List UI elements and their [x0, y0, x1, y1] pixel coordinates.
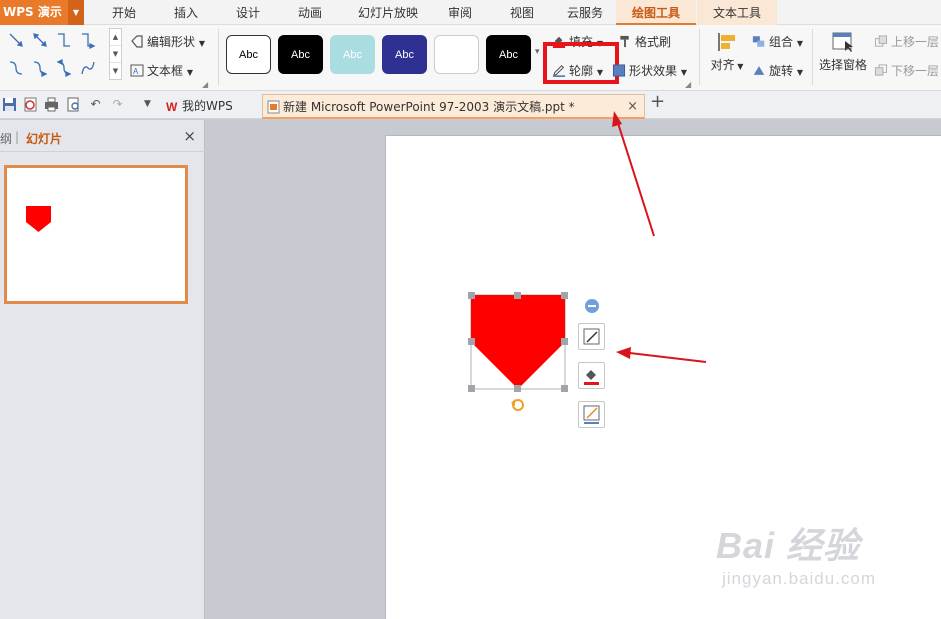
- align-label: 对齐: [710, 58, 735, 72]
- connector-shapes-icon[interactable]: [2, 28, 102, 84]
- baidu-watermark: Bai 经验 jingyan.baidu.com: [716, 517, 876, 589]
- selected-pentagon-shape[interactable]: [460, 285, 580, 415]
- ribbon: ▲ ▼ ▼ 编辑形状 ▼ A 文本框 ▼ ◢ Abc Abc Abc Abc Abc Abc…: [0, 25, 941, 91]
- shape-style-3[interactable]: Abc: [330, 35, 375, 74]
- tab-cloud-service[interactable]: 云服务: [557, 0, 613, 25]
- shape-style-6[interactable]: Abc: [486, 35, 531, 74]
- send-backward-button[interactable]: 下移一层: [874, 62, 939, 79]
- gallery-scroll[interactable]: ▲ ▼ ▼: [109, 28, 122, 80]
- dialog-launcher-icon[interactable]: ◢: [202, 80, 208, 89]
- bring-forward-button[interactable]: 上移一层: [874, 33, 939, 50]
- watermark-logo: Bai 经验: [716, 525, 861, 566]
- app-name: WPS 演示: [3, 5, 62, 19]
- shape-effects-label: 形状效果: [629, 64, 678, 78]
- app-menu-button[interactable]: WPS 演示 ▼: [0, 0, 84, 25]
- gallery-more-icon[interactable]: ▼: [110, 63, 121, 80]
- tab-my-wps[interactable]: W 我的WPS: [162, 94, 260, 119]
- group-button[interactable]: 组合 ▼: [752, 33, 803, 50]
- bring-forward-label: 上移一层: [891, 35, 940, 49]
- shape-effects-button[interactable]: 形状效果 ▼: [612, 62, 687, 79]
- dialog-launcher-icon[interactable]: ◢: [685, 80, 691, 89]
- shape-style-5[interactable]: Abc: [434, 35, 479, 74]
- ppt-file-icon: [267, 100, 280, 114]
- align-icon: [718, 33, 735, 51]
- scroll-down-icon[interactable]: ▼: [110, 46, 121, 63]
- selection-pane-icon: [832, 32, 853, 52]
- shape-style-2[interactable]: Abc: [278, 35, 323, 74]
- send-backward-label: 下移一层: [891, 64, 940, 78]
- scroll-up-icon[interactable]: ▲: [110, 29, 121, 46]
- chevron-down-icon[interactable]: ▼: [68, 0, 84, 25]
- thumbnail-pentagon-shape: [26, 206, 51, 232]
- text-box-button[interactable]: A 文本框 ▼: [130, 62, 193, 79]
- pen-outline-icon: [552, 64, 566, 77]
- tab-home[interactable]: 开始: [98, 0, 150, 25]
- pdf-export-icon[interactable]: [23, 97, 38, 112]
- separator: [218, 29, 219, 85]
- tab-view[interactable]: 视图: [496, 0, 548, 25]
- outline-icon: [583, 405, 600, 424]
- wps-logo-icon: W: [166, 100, 178, 112]
- tab-text-tools[interactable]: 文本工具: [697, 0, 777, 25]
- watermark-url: jingyan.baidu.com: [722, 569, 877, 588]
- print-icon[interactable]: [44, 97, 59, 112]
- line-shapes-gallery[interactable]: [2, 28, 122, 84]
- tab-animation[interactable]: 动画: [284, 0, 336, 25]
- slides-panel: 纲 | 幻灯片 ×: [0, 120, 205, 619]
- format-painter-button[interactable]: 格式刷: [618, 33, 671, 50]
- group-icon: [752, 36, 765, 47]
- separator: [812, 29, 813, 85]
- svg-text:A: A: [133, 67, 139, 76]
- format-painter-label: 格式刷: [635, 35, 672, 49]
- save-icon[interactable]: [2, 97, 17, 112]
- separator: [699, 29, 700, 85]
- redo-icon[interactable]: ↷: [110, 97, 125, 112]
- edit-shape-button[interactable]: 编辑形状 ▼: [130, 33, 205, 50]
- tab-document[interactable]: 新建 Microsoft PowerPoint 97-2003 演示文稿.ppt…: [262, 94, 645, 119]
- selection-pane-label: 选择窗格: [818, 58, 867, 72]
- outline-label: 轮廓: [569, 64, 594, 78]
- rotate-button[interactable]: 旋转 ▼: [752, 62, 803, 79]
- tab-review[interactable]: 审阅: [436, 0, 484, 25]
- tab-insert[interactable]: 插入: [160, 0, 212, 25]
- tab-slideshow[interactable]: 幻灯片放映: [346, 0, 430, 25]
- tab-slides[interactable]: 幻灯片: [26, 130, 62, 147]
- print-preview-icon[interactable]: [66, 97, 81, 112]
- svg-text:W: W: [166, 100, 178, 112]
- edit-shape-label: 编辑形状: [147, 35, 196, 49]
- style-gallery-more-icon[interactable]: ▾: [535, 47, 540, 57]
- shape-effects-icon: [612, 64, 626, 77]
- menu-bar: WPS 演示 ▼ 开始 插入 设计 动画 幻灯片放映 审阅 视图 云服务 绘图工…: [0, 0, 941, 25]
- customize-dropdown-icon[interactable]: ▼: [140, 97, 155, 112]
- selection-pane-button[interactable]: 选择窗格: [817, 31, 869, 73]
- text-box-icon: A: [130, 64, 144, 77]
- format-painter-icon: [620, 35, 629, 48]
- tab-my-wps-label: 我的WPS: [182, 99, 233, 113]
- annotation-arrows: [612, 111, 707, 363]
- tab-document-label: 新建 Microsoft PowerPoint 97-2003 演示文稿.ppt…: [283, 100, 575, 114]
- float-outline-button[interactable]: [578, 401, 605, 428]
- slide-thumbnail[interactable]: [4, 165, 188, 304]
- shape-style-4[interactable]: Abc: [382, 35, 427, 74]
- close-icon[interactable]: ×: [183, 127, 196, 145]
- align-button[interactable]: 对齐 ▼: [707, 31, 747, 73]
- shape-style-1[interactable]: Abc: [226, 35, 271, 74]
- slides-panel-header: 纲 | 幻灯片 ×: [0, 120, 205, 152]
- text-box-label: 文本框: [147, 64, 184, 78]
- collapse-toolbar-icon[interactable]: [584, 298, 600, 314]
- tab-drawing-tools[interactable]: 绘图工具: [616, 0, 696, 25]
- tab-outline[interactable]: 纲: [0, 130, 12, 147]
- bring-forward-icon: [874, 35, 888, 47]
- divider: |: [15, 130, 20, 144]
- outline-button[interactable]: 轮廓 ▼: [552, 62, 603, 79]
- rotate-label: 旋转: [769, 64, 794, 78]
- edit-shape-icon: [131, 35, 143, 48]
- undo-icon[interactable]: ↶: [88, 97, 103, 112]
- send-backward-icon: [874, 64, 888, 76]
- group-label: 组合: [769, 35, 794, 49]
- quick-access-tab-bar: ↶ ↷ ▼ W 我的WPS 新建 Microsoft PowerPoint 97…: [0, 91, 941, 119]
- tab-design[interactable]: 设计: [222, 0, 274, 25]
- rotate-icon: [753, 66, 765, 75]
